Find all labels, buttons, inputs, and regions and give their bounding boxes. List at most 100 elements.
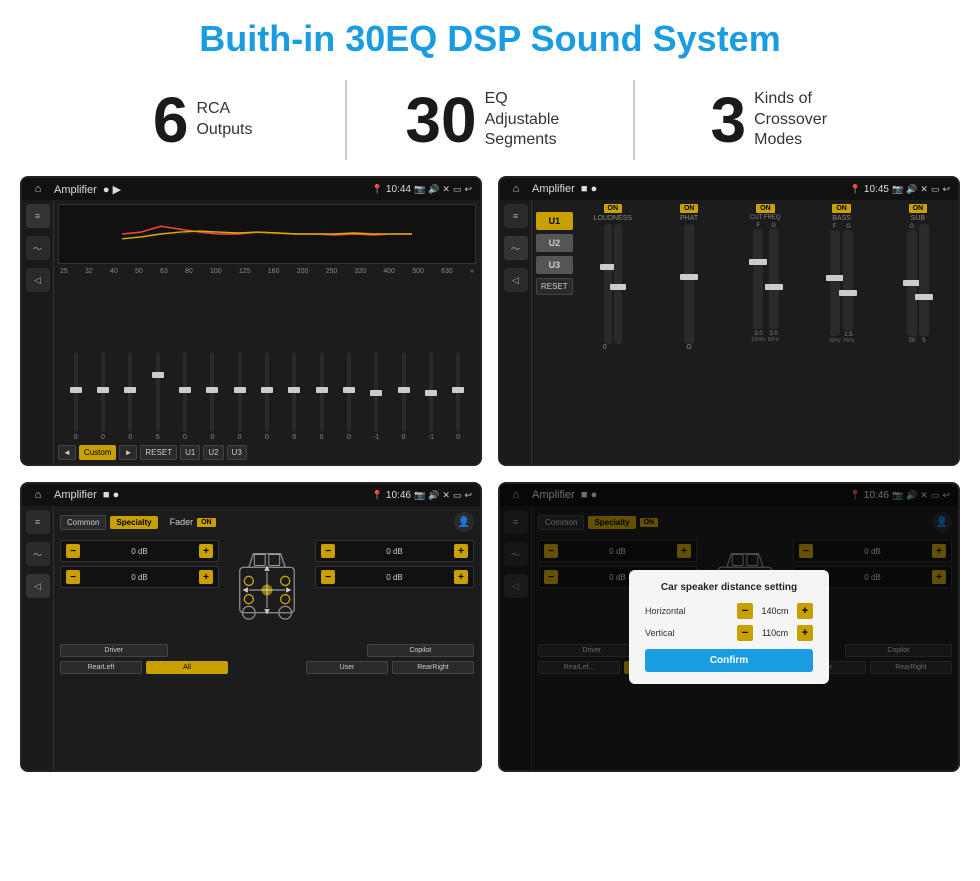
wave-icon-3[interactable]: 〜 [26, 542, 50, 566]
u1-button[interactable]: U1 [536, 212, 573, 230]
db-minus-3[interactable]: − [321, 570, 335, 584]
wave-icon-2[interactable]: 〜 [504, 236, 528, 260]
stat-eq-label: EQ Adjustable Segments [485, 89, 575, 151]
wave-icon[interactable]: 〜 [26, 236, 50, 260]
all-btn[interactable]: All [146, 661, 228, 674]
home-icon-2[interactable]: ⌂ [508, 181, 524, 197]
tab-common-3[interactable]: Common [60, 515, 106, 530]
status-bar-3: ⌂ Amplifier ■ ● 📍 10:46 📷 🔊 ✕ ▭ ↩ [22, 484, 480, 506]
eq-play-btn[interactable]: ► [119, 445, 137, 460]
dialog-horizontal-row: Horizontal − 140cm + [645, 603, 813, 619]
home-icon-3[interactable]: ⌂ [30, 487, 46, 503]
db-plus-3[interactable]: + [454, 570, 468, 584]
battery-icon-3: ▭ [453, 490, 462, 501]
eq-u1-btn[interactable]: U1 [180, 445, 200, 460]
stat-crossover-number: 3 [711, 88, 747, 152]
eq-slider-3: 5 [144, 352, 171, 441]
bass-group: ON BASS F 90Hz G 2.5 [805, 204, 877, 460]
page-title: Buith-in 30EQ DSP Sound System [0, 0, 980, 70]
fader-label: Fader [170, 517, 194, 527]
location-icon-2: 📍 [850, 184, 861, 195]
eq-slider-10: 0 [335, 352, 362, 441]
clock-1: 10:44 [386, 184, 411, 195]
vertical-label: Vertical [645, 628, 675, 638]
user-btn[interactable]: User [306, 661, 388, 674]
wifi-icon-3: ✕ [442, 490, 450, 501]
confirm-button[interactable]: Confirm [645, 649, 813, 672]
db-minus-0[interactable]: − [66, 544, 80, 558]
volume-icon-2: 🔊 [906, 184, 917, 195]
vertical-minus[interactable]: − [737, 625, 753, 641]
db-plus-1[interactable]: + [199, 570, 213, 584]
location-icon-3: 📍 [372, 490, 383, 501]
sub-track-g [907, 230, 917, 336]
bass-label: BASS [832, 215, 851, 222]
eq-u3-btn[interactable]: U3 [227, 445, 247, 460]
back-icon-3[interactable]: ↩ [464, 490, 472, 501]
screen-fader: ⌂ Amplifier ■ ● 📍 10:46 📷 🔊 ✕ ▭ ↩ ≡ 〜 ◁ … [20, 482, 482, 772]
eq-sliders: 0 0 0 5 0 0 0 0 0 0 0 -1 0 -1 0 [58, 279, 476, 441]
eq-icon-2[interactable]: ≡ [504, 204, 528, 228]
cutfreq-label: CUT FREQ [750, 215, 781, 221]
db-val-0: 0 dB [83, 547, 196, 556]
eq-slider-5: 0 [199, 352, 226, 441]
eq-graph [58, 204, 476, 264]
speaker-icon[interactable]: ◁ [26, 268, 50, 292]
dialog-title: Car speaker distance setting [645, 582, 813, 593]
speaker-distance-dialog: Car speaker distance setting Horizontal … [629, 570, 829, 684]
speaker-icon-2[interactable]: ◁ [504, 268, 528, 292]
db-val-1: 0 dB [83, 573, 196, 582]
home-icon[interactable]: ⌂ [30, 181, 46, 197]
phat-label: PHAT [680, 215, 698, 222]
horizontal-plus[interactable]: + [797, 603, 813, 619]
status-bar-2: ⌂ Amplifier ■ ● 📍 10:45 📷 🔊 ✕ ▭ ↩ [500, 178, 958, 200]
bass-track-f [830, 230, 840, 336]
tab-specialty-3[interactable]: Specialty [110, 516, 157, 529]
user-icon-3: 👤 [454, 512, 474, 532]
eq-content: 2532405063 80100125160200 25032040050063… [54, 200, 480, 464]
eq-reset-btn[interactable]: RESET [140, 445, 177, 460]
db-plus-0[interactable]: + [199, 544, 213, 558]
back-icon[interactable]: ↩ [464, 184, 472, 195]
cross-reset-btn[interactable]: RESET [536, 278, 573, 295]
rearleft-btn[interactable]: RearLeft [60, 661, 142, 674]
bass-on: ON [832, 204, 851, 213]
stat-rca-label: RCA Outputs [196, 99, 252, 141]
db-val-3: 0 dB [338, 573, 451, 582]
loudness-group: ON LOUDNESS 0 [577, 204, 649, 460]
eq-slider-12: 0 [390, 352, 417, 441]
rearright-btn[interactable]: RearRight [392, 661, 474, 674]
horizontal-minus[interactable]: − [737, 603, 753, 619]
crossover-sliders: ON LOUDNESS 0 ON PHAT [577, 204, 954, 460]
eq-prev-btn[interactable]: ◄ [58, 445, 76, 460]
eq-icon[interactable]: ≡ [26, 204, 50, 228]
battery-icon-2: ▭ [931, 184, 940, 195]
db-plus-2[interactable]: + [454, 544, 468, 558]
eq-slider-4: 0 [171, 352, 198, 441]
eq-custom-btn[interactable]: Custom [79, 445, 117, 460]
u-buttons: U1 U2 U3 RESET [536, 204, 573, 460]
vertical-plus[interactable]: + [797, 625, 813, 641]
db-minus-2[interactable]: − [321, 544, 335, 558]
db-minus-1[interactable]: − [66, 570, 80, 584]
eq-icon-3[interactable]: ≡ [26, 510, 50, 534]
screen-eq: ⌂ Amplifier ● ▶ 📍 10:44 📷 🔊 ✕ ▭ ↩ ≡ 〜 ◁ [20, 176, 482, 466]
copilot-btn[interactable]: Copilot [367, 644, 475, 657]
stat-eq-number: 30 [405, 88, 476, 152]
dialog-vertical-row: Vertical − 110cm + [645, 625, 813, 641]
eq-slider-11: -1 [363, 352, 390, 441]
screen-title-3: Amplifier ■ ● [54, 489, 368, 501]
cutfreq-group: ON CUT FREQ F 3.0 100Hz G [729, 204, 801, 460]
eq-curve-svg [59, 205, 475, 263]
u2-button[interactable]: U2 [536, 234, 573, 252]
camera-icon: 📷 [414, 184, 425, 195]
screen-title-1: Amplifier ● ▶ [54, 183, 368, 196]
crossover-content: U1 U2 U3 RESET ON LOUDNESS 0 [532, 200, 958, 464]
speaker-icon-3[interactable]: ◁ [26, 574, 50, 598]
loudness-on: ON [604, 204, 623, 213]
eq-u2-btn[interactable]: U2 [203, 445, 223, 460]
cross-sidebar: ≡ 〜 ◁ [500, 200, 532, 464]
driver-btn[interactable]: Driver [60, 644, 168, 657]
u3-button[interactable]: U3 [536, 256, 573, 274]
back-icon-2[interactable]: ↩ [942, 184, 950, 195]
